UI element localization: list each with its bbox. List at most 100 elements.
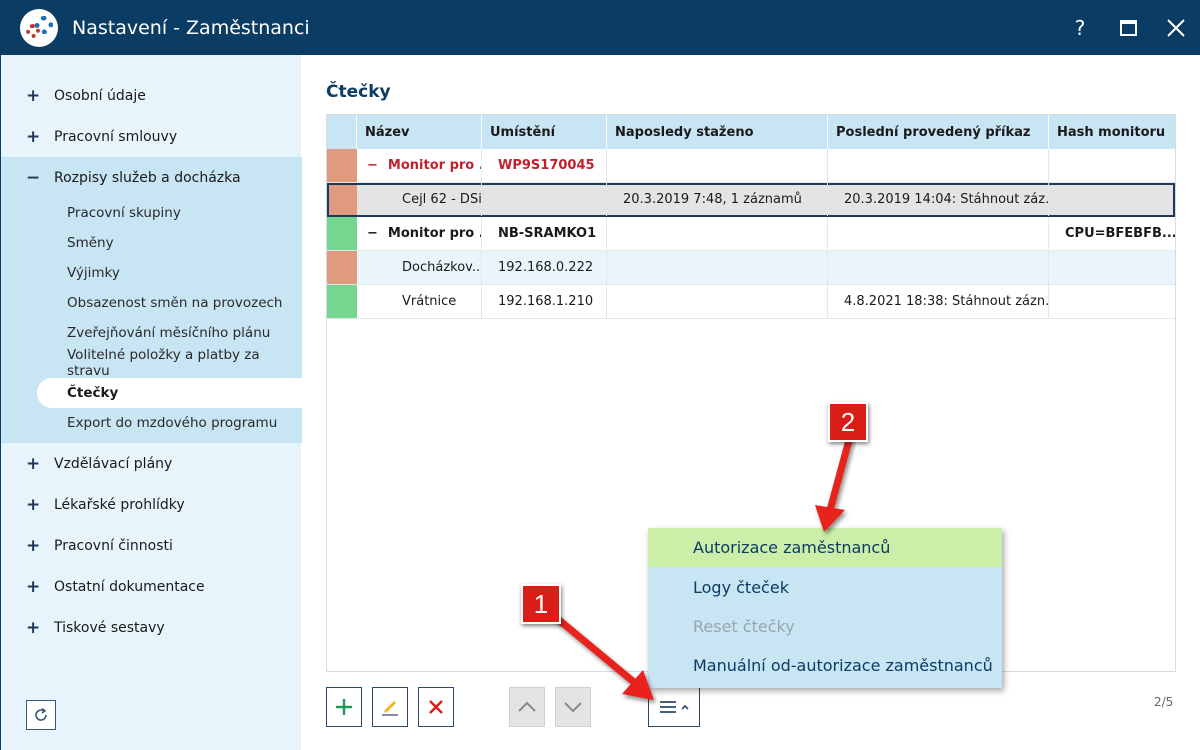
move-up-button[interactable] — [509, 687, 545, 727]
menu-item-logy[interactable]: Logy čteček — [648, 568, 1002, 607]
help-button[interactable]: ? — [1056, 0, 1104, 55]
refresh-button[interactable] — [26, 700, 56, 730]
callout-badge-2: 2 — [828, 402, 868, 442]
status-color-cell — [329, 185, 357, 215]
sidebar-item-vzdelavaci-plany[interactable]: + Vzdělávací plány — [1, 444, 302, 484]
table-row-selected[interactable]: Cejl 62 - DSi... 20.3.2019 7:48, 1 zázna… — [327, 183, 1175, 217]
menu-item-reset: Reset čtečky — [693, 617, 795, 636]
status-color-cell — [327, 149, 357, 182]
table-row[interactable]: − Monitor pro ... NB-SRAMKO1 CPU=BFEBFB.… — [327, 217, 1175, 251]
close-icon — [1167, 18, 1185, 37]
sidebar-subitem-export[interactable]: Export do mzdového programu — [67, 409, 277, 437]
sidebar-subitem-obsazenost[interactable]: Obsazenost směn na provozech — [67, 289, 283, 317]
sidebar-item-lekarske-prohlidky[interactable]: + Lékařské prohlídky — [1, 485, 302, 525]
title-bar: Nastavení - Zaměstnanci ? — [0, 0, 1200, 55]
cell-prikaz — [828, 217, 1049, 250]
cell-prikaz — [828, 251, 1049, 284]
sidebar-item-label: Ostatní dokumentace — [54, 579, 205, 595]
chevron-down-icon — [564, 702, 582, 713]
sidebar-item-label: Tiskové sestavy — [54, 620, 165, 636]
cell-nazev: Docházkov... — [357, 251, 482, 284]
sidebar-subitem-smeny[interactable]: Směny — [67, 229, 114, 257]
expand-icon: + — [26, 577, 41, 597]
column-header-naposledy-stazeno[interactable]: Naposledy staženo — [607, 115, 828, 149]
color-column-header — [327, 115, 357, 149]
sidebar-item-label: Pracovní činnosti — [54, 538, 173, 554]
cell-prikaz: 4.8.2021 18:38: Stáhnout zázn... — [828, 285, 1049, 318]
close-button[interactable] — [1152, 0, 1200, 55]
move-down-button[interactable] — [555, 687, 591, 727]
expand-icon: + — [26, 495, 41, 515]
page-counter: 2/5 — [1154, 695, 1174, 709]
sidebar-item-ostatni-dokumentace[interactable]: + Ostatní dokumentace — [1, 567, 302, 607]
cell-nazev: Vrátnice — [357, 285, 482, 318]
actions-menu: Autorizace zaměstnanců Logy čteček Reset… — [648, 528, 1002, 688]
cell-umisteni — [482, 183, 607, 216]
cell-hash: CPU=BFEBFB... — [1065, 226, 1175, 241]
sidebar-subitem-pracovni-skupiny[interactable]: Pracovní skupiny — [67, 199, 181, 227]
cell-hash — [1049, 285, 1175, 318]
column-header-umisteni[interactable]: Umístění — [482, 115, 607, 149]
cell-hash — [1049, 251, 1175, 284]
chevron-up-icon — [518, 701, 536, 712]
cell-naposledy — [607, 149, 828, 182]
sidebar-item-rozpisy-sluzeb[interactable]: − Rozpisy služeb a docházka — [1, 158, 302, 198]
cell-text: Monitor pro ... — [387, 226, 481, 241]
cell-naposledy — [607, 251, 828, 284]
cell-nazev: − Monitor pro ... — [357, 149, 482, 182]
cell-prikaz — [828, 149, 1049, 182]
cell-naposledy — [607, 285, 828, 318]
sidebar-item-pracovni-smlouvy[interactable]: + Pracovní smlouvy — [1, 117, 302, 157]
sidebar-subitem-ctecky[interactable]: Čtečky — [37, 378, 302, 408]
sidebar-item-label: Osobní údaje — [54, 88, 146, 104]
expand-icon: + — [26, 86, 41, 106]
sidebar-item-tiskove-sestavy[interactable]: + Tiskové sestavy — [1, 608, 302, 648]
maximize-button[interactable] — [1104, 0, 1152, 55]
cell-hash — [1049, 149, 1175, 182]
status-color-cell — [327, 217, 357, 250]
menu-item-autorizace[interactable]: Autorizace zaměstnanců — [648, 528, 1002, 567]
cell-naposledy: 20.3.2019 7:48, 1 záznamů — [607, 183, 828, 216]
sidebar-item-osobni-udaje[interactable]: + Osobní údaje — [1, 76, 302, 116]
column-header-posledni-prikaz[interactable]: Poslední provedený příkaz — [828, 115, 1049, 149]
collapse-icon[interactable]: − — [367, 226, 378, 241]
cell-text: Monitor pro ... — [387, 158, 481, 173]
delete-button[interactable] — [418, 687, 454, 727]
cell-naposledy — [607, 217, 828, 250]
edit-button[interactable] — [372, 687, 408, 727]
cell-prikaz: 20.3.2019 14:04: Stáhnout záz... — [828, 183, 1049, 216]
cell-umisteni: 192.168.1.210 — [482, 285, 607, 318]
collapse-icon[interactable]: − — [367, 158, 378, 173]
add-button[interactable] — [326, 687, 362, 727]
cell-umisteni: 192.168.0.222 — [482, 251, 607, 284]
sidebar-item-pracovni-cinnosti[interactable]: + Pracovní činnosti — [1, 526, 302, 566]
sidebar-subitem-volitelne-polozky[interactable]: Volitelné položky a platby za stravu — [67, 347, 301, 379]
window-title: Nastavení - Zaměstnanci — [72, 16, 310, 39]
column-header-hash[interactable]: Hash monitoru — [1049, 115, 1175, 149]
table-row[interactable]: Vrátnice 192.168.1.210 4.8.2021 18:38: S… — [327, 285, 1175, 319]
column-header-nazev[interactable]: Název — [357, 115, 482, 149]
more-actions-button[interactable] — [648, 687, 700, 727]
callout-badge-1: 1 — [521, 584, 561, 624]
sidebar: + Osobní údaje + Pracovní smlouvy − Rozp… — [0, 55, 302, 750]
expand-icon: + — [26, 454, 41, 474]
table-row[interactable]: Docházkov... 192.168.0.222 — [327, 251, 1175, 285]
status-color-cell — [327, 285, 357, 318]
sidebar-item-label: Vzdělávací plány — [54, 456, 173, 472]
sidebar-subitem-vyjimky[interactable]: Výjimky — [67, 259, 120, 287]
cell-umisteni: NB-SRAMKO1 — [482, 217, 607, 250]
pencil-icon — [382, 701, 398, 716]
table-header: Název Umístění Naposledy staženo Posledn… — [327, 115, 1175, 149]
sidebar-subitem-zverejnovani[interactable]: Zveřejňování měsíčního plánu — [67, 319, 270, 347]
app-logo-icon — [20, 8, 58, 47]
cell-umisteni: WP9S170045 — [482, 149, 607, 182]
sidebar-item-label: Pracovní smlouvy — [54, 129, 178, 145]
sidebar-item-label: Lékařské prohlídky — [54, 497, 185, 513]
table-row[interactable]: − Monitor pro ... WP9S170045 — [327, 149, 1175, 183]
status-color-cell — [327, 251, 357, 284]
expand-icon: + — [26, 536, 41, 556]
cell-hash — [1049, 183, 1175, 216]
menu-item-manualni-odautorizace[interactable]: Manuální od-autorizace zaměstnanců — [648, 646, 1002, 685]
cell-nazev: Cejl 62 - DSi... — [357, 183, 482, 216]
collapse-icon: − — [26, 168, 41, 188]
